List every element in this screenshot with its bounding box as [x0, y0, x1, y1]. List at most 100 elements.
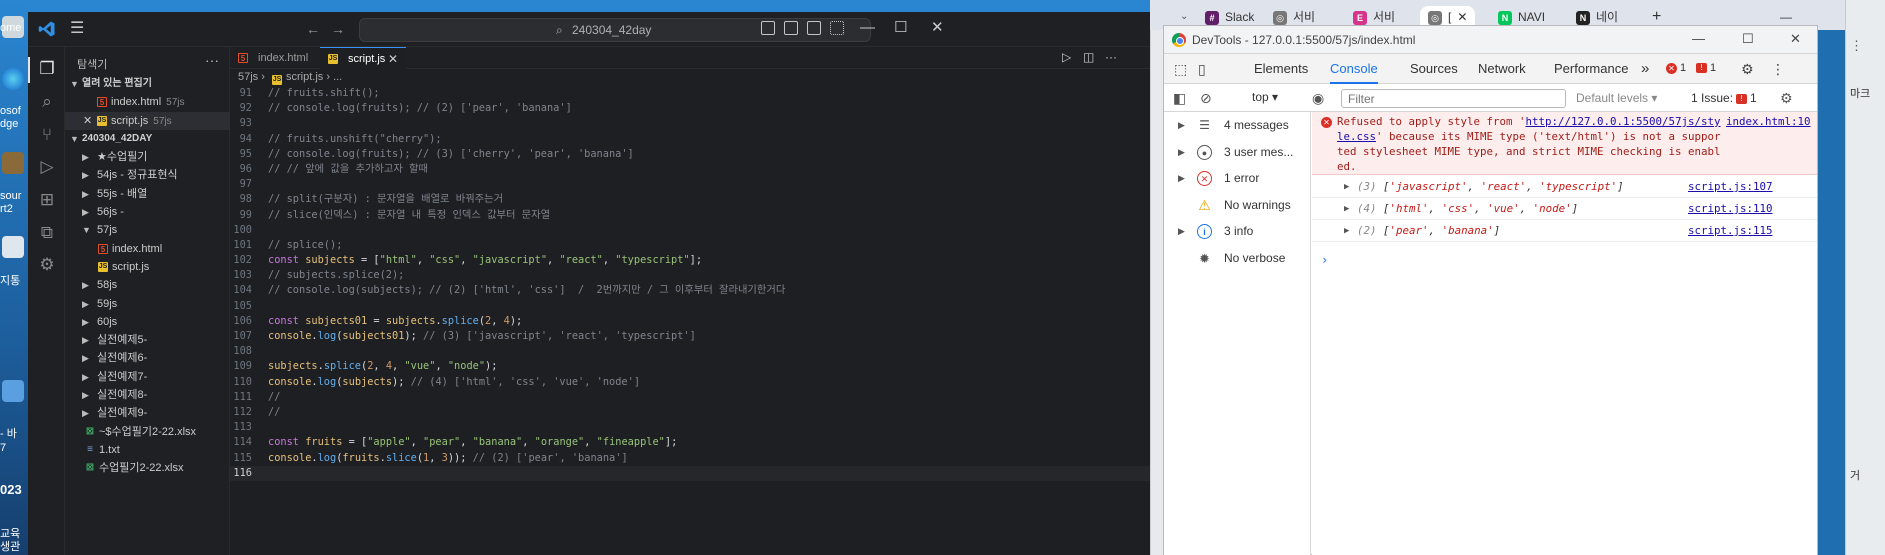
code-line[interactable]: 112 //: [230, 405, 1150, 420]
clear-console-icon[interactable]: ⊘: [1200, 90, 1212, 107]
more-tabs-button[interactable]: »: [1641, 54, 1649, 84]
breadcrumb-folder[interactable]: 57js: [238, 71, 258, 83]
close-icon[interactable]: ✕: [931, 19, 944, 37]
maximize-icon[interactable]: ☐: [894, 19, 907, 37]
code-line[interactable]: 110 console.log(subjects); // (4) ['html'…: [230, 375, 1150, 390]
code-line[interactable]: 93: [230, 116, 1150, 131]
code-line[interactable]: 111 //: [230, 390, 1150, 405]
folder-item[interactable]: ▶ 실전예제9-: [65, 404, 230, 422]
code-editor[interactable]: 91 // fruits.shift(); 92 // console.log(fru…: [230, 86, 1150, 481]
file-item[interactable]: ≡ 1.txt: [65, 441, 230, 459]
expand-triangle-icon[interactable]: ▶: [1344, 176, 1349, 198]
code-line[interactable]: 109 subjects.splice(2, 4, "vue", "node");: [230, 359, 1150, 374]
search-icon[interactable]: ⌕: [37, 92, 57, 112]
file-item[interactable]: 5 index.html: [65, 240, 230, 258]
close-icon[interactable]: ✕: [83, 112, 92, 130]
file-item[interactable]: ⊠ 수업필기2-22.xlsx: [65, 459, 230, 477]
more-options-icon[interactable]: ⋮: [1771, 61, 1785, 78]
sidebar-item-verbose[interactable]: ✹ No verbose: [1164, 245, 1310, 272]
code-line[interactable]: 106 const subjects01 = subjects.splice(2,…: [230, 314, 1150, 329]
customize-layout-icon[interactable]: [830, 21, 844, 35]
code-line[interactable]: 108: [230, 344, 1150, 359]
accounts-icon[interactable]: ⚙: [37, 255, 57, 275]
close-icon[interactable]: ✕: [1790, 31, 1801, 47]
log-source-link[interactable]: script.js:107: [1688, 176, 1773, 198]
folder-item[interactable]: ▶ 56js -: [65, 203, 230, 221]
split-editor-icon[interactable]: ◫: [1083, 50, 1094, 64]
code-line[interactable]: 97: [230, 177, 1150, 192]
minimize-icon[interactable]: —: [860, 19, 875, 37]
tab-console[interactable]: Console: [1330, 54, 1378, 84]
tab-index-html[interactable]: 5 index.html: [230, 47, 320, 69]
log-source-link[interactable]: script.js:110: [1688, 198, 1773, 220]
code-line[interactable]: 104 // console.log(subjects); // (2) ['ht…: [230, 283, 1150, 298]
code-line[interactable]: 91 // fruits.shift();: [230, 86, 1150, 101]
close-icon[interactable]: ✕: [1457, 10, 1467, 24]
error-source-link[interactable]: index.html:10: [1726, 114, 1814, 129]
code-line[interactable]: 102 const subjects = ["html", "css", "jav…: [230, 253, 1150, 268]
toggle-primary-sidebar-icon[interactable]: [761, 21, 775, 35]
code-line[interactable]: 95 // console.log(fruits); // (3) ['cherr…: [230, 147, 1150, 162]
code-line[interactable]: 101 // splice();: [230, 238, 1150, 253]
sidebar-item-warnings[interactable]: ⚠ No warnings: [1164, 192, 1310, 219]
log-source-link[interactable]: script.js:115: [1688, 220, 1773, 242]
explorer-icon[interactable]: ❐: [37, 59, 57, 79]
tab-sources[interactable]: Sources: [1410, 54, 1458, 84]
tab-elements[interactable]: Elements: [1254, 54, 1308, 84]
more-icon[interactable]: ⋮: [1850, 39, 1863, 52]
open-editors-section[interactable]: ▼ 열려 있는 편집기: [65, 75, 230, 93]
run-icon[interactable]: ▷: [1062, 50, 1071, 64]
remote-explorer-icon[interactable]: ⧉: [37, 223, 57, 243]
tab-performance[interactable]: Performance: [1554, 54, 1628, 84]
menu-icon[interactable]: ☰: [70, 21, 84, 37]
toggle-secondary-sidebar-icon[interactable]: [807, 21, 821, 35]
console-log-row[interactable]: ▶ (4) ['html', 'css', 'vue', 'node'] scrip…: [1312, 198, 1817, 220]
code-line[interactable]: 105: [230, 299, 1150, 314]
error-count-badge[interactable]: ✕ 1: [1666, 62, 1686, 74]
more-actions-icon[interactable]: ···: [205, 52, 219, 68]
close-icon[interactable]: ✕: [388, 48, 398, 70]
open-editor-item[interactable]: 5 index.html 57js: [65, 93, 230, 111]
code-line[interactable]: 100: [230, 223, 1150, 238]
back-arrow-icon[interactable]: ←: [306, 21, 320, 37]
device-toolbar-icon[interactable]: ▯: [1198, 61, 1206, 78]
breadcrumb-symbol[interactable]: ...: [333, 71, 342, 83]
folder-item[interactable]: ▶ ★수업필기: [65, 148, 230, 166]
sidebar-item-info[interactable]: ▶ i 3 info: [1164, 218, 1310, 245]
sourcetree-icon[interactable]: [2, 152, 24, 174]
folder-item[interactable]: ▶ 58js: [65, 276, 230, 294]
expand-triangle-icon[interactable]: ▶: [1344, 220, 1349, 242]
code-line[interactable]: 103 // subjects.splice(2);: [230, 268, 1150, 283]
tab-script-js[interactable]: JS script.js ✕: [320, 47, 406, 69]
minimize-icon[interactable]: —: [1692, 31, 1705, 46]
code-line[interactable]: 94 // fruits.unshift("cherry");: [230, 132, 1150, 147]
issues-button[interactable]: 1 Issue:! 1: [1691, 91, 1757, 105]
sidebar-item-errors[interactable]: ▶ ✕ 1 error: [1164, 165, 1310, 192]
context-selector[interactable]: top ▾: [1252, 90, 1278, 104]
forward-arrow-icon[interactable]: →: [331, 21, 345, 37]
breadcrumb-file[interactable]: script.js: [286, 71, 323, 83]
code-line[interactable]: 114 const fruits = ["apple", "pear", "ban…: [230, 435, 1150, 450]
folder-item[interactable]: ▶ 59js: [65, 295, 230, 313]
code-line[interactable]: 96 // // 앞에 값을 추가하고자 할때: [230, 162, 1150, 177]
code-line[interactable]: 115 console.log(fruits.slice(1, 3)); // (…: [230, 451, 1150, 466]
folder-item[interactable]: ▶ 실전예제5-: [65, 331, 230, 349]
workspace-section[interactable]: ▼ 240304_42DAY: [65, 130, 230, 148]
folder-item[interactable]: ▶ 실전예제6-: [65, 349, 230, 367]
edge-icon[interactable]: [2, 68, 24, 90]
sidebar-item-messages[interactable]: ▶ ☰ 4 messages: [1164, 112, 1310, 139]
open-editor-item[interactable]: ✕ JS script.js 57js: [65, 111, 230, 130]
log-levels-dropdown[interactable]: Default levels ▾: [1576, 91, 1657, 105]
code-line[interactable]: 116: [230, 465, 1150, 481]
extensions-icon[interactable]: ⊞: [37, 190, 57, 210]
source-control-icon[interactable]: ⑂: [37, 125, 57, 145]
more-actions-icon[interactable]: ···: [1105, 50, 1117, 64]
filter-input[interactable]: [1341, 89, 1566, 108]
file-item[interactable]: JS script.js: [65, 258, 230, 276]
code-line[interactable]: 92 // console.log(fruits); // (2) ['pear'…: [230, 101, 1150, 116]
folder-item[interactable]: ▶ 실전예제7-: [65, 368, 230, 386]
folder-item[interactable]: ▶ 55js - 배열: [65, 185, 230, 203]
run-debug-icon[interactable]: ▷: [37, 157, 57, 177]
console-log-row[interactable]: ▶ (2) ['pear', 'banana'] script.js:115: [1312, 220, 1817, 242]
code-line[interactable]: 98 // split(구분자) : 문자열을 배열로 바꿔주는거: [230, 192, 1150, 207]
